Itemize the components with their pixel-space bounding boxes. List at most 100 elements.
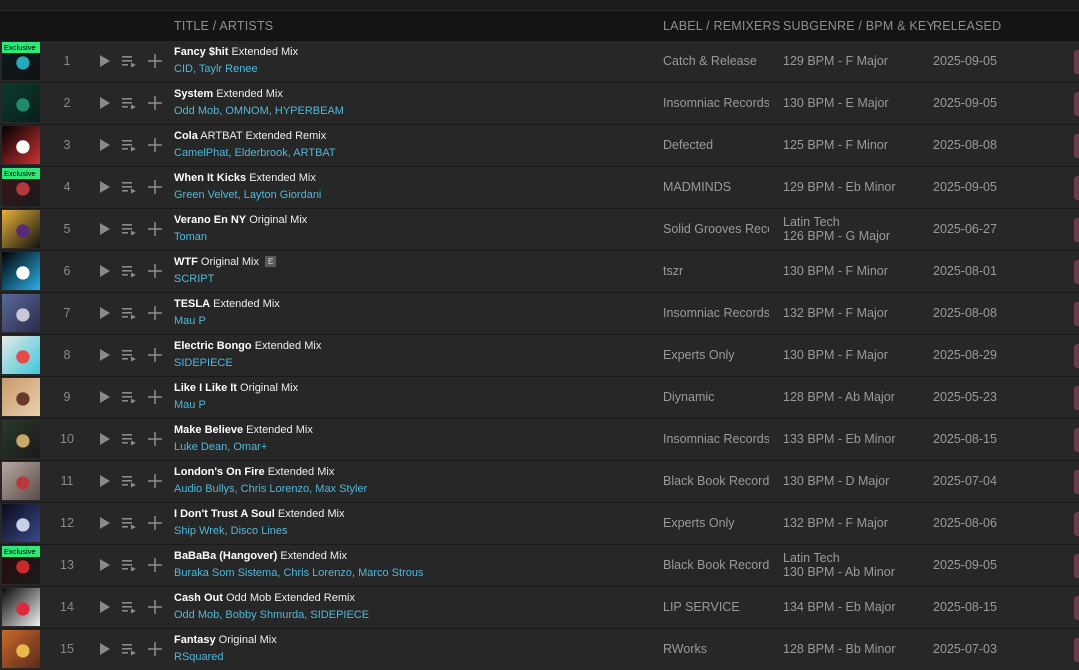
track-name[interactable]: Like I Like It — [174, 382, 237, 394]
release-artwork[interactable] — [2, 378, 40, 416]
play-icon[interactable] — [95, 178, 113, 196]
track-row[interactable]: Exclusive 4 When It Kicks Extended Mix Gree… — [0, 167, 1079, 209]
buy-button[interactable] — [1074, 176, 1079, 200]
add-to-queue-icon[interactable] — [120, 640, 138, 658]
track-name[interactable]: Electric Bongo — [174, 340, 252, 352]
artist-link[interactable]: Odd Mob — [174, 609, 219, 621]
add-to-queue-icon[interactable] — [120, 262, 138, 280]
artist-link[interactable]: Chris Lorenzo — [283, 567, 351, 579]
add-to-playlist-icon[interactable] — [146, 430, 164, 448]
add-to-playlist-icon[interactable] — [146, 220, 164, 238]
add-to-playlist-icon[interactable] — [146, 556, 164, 574]
buy-button[interactable] — [1074, 218, 1079, 242]
buy-button[interactable] — [1074, 428, 1079, 452]
play-icon[interactable] — [95, 640, 113, 658]
track-name[interactable]: System — [174, 88, 213, 100]
subgenre[interactable]: Latin Tech — [783, 551, 895, 565]
track-name[interactable]: Cola — [174, 130, 198, 142]
add-to-playlist-icon[interactable] — [146, 178, 164, 196]
track-title[interactable]: Fantasy Original Mix — [174, 634, 277, 646]
play-icon[interactable] — [95, 346, 113, 364]
artist-link[interactable]: SIDEPIECE — [174, 357, 233, 369]
track-title[interactable]: Cola ARTBAT Extended Remix — [174, 130, 326, 142]
buy-button[interactable] — [1074, 302, 1079, 326]
add-to-playlist-icon[interactable] — [146, 346, 164, 364]
column-header-genre[interactable]: SUBGENRE / BPM & KEY — [783, 19, 935, 33]
track-row[interactable]: Exclusive 1 Fancy $hit Extended Mix CID, Ta… — [0, 41, 1079, 83]
track-title[interactable]: Cash Out Odd Mob Extended Remix — [174, 592, 355, 604]
track-row[interactable]: 5 Verano En NY Original Mix Toman Solid Gro… — [0, 209, 1079, 251]
track-label[interactable]: Black Book Records — [663, 558, 769, 572]
add-to-queue-icon[interactable] — [120, 556, 138, 574]
release-artwork[interactable] — [2, 336, 40, 374]
buy-button[interactable] — [1074, 638, 1079, 662]
track-row[interactable]: 6 WTF Original Mix E SCRIPT tszr 130 BPM - F … — [0, 251, 1079, 293]
artist-link[interactable]: Green Velvet — [174, 189, 238, 201]
artist-link[interactable]: Audio Bullys — [174, 483, 235, 495]
release-artwork[interactable] — [2, 126, 40, 164]
track-row[interactable]: 7 TESLA Extended Mix Mau P Insomniac Record… — [0, 293, 1079, 335]
track-name[interactable]: Verano En NY — [174, 214, 246, 226]
buy-button[interactable] — [1074, 596, 1079, 620]
artist-link[interactable]: Omar+ — [233, 441, 267, 453]
track-label[interactable]: tszr — [663, 264, 769, 278]
artist-link[interactable]: ARTBAT — [293, 147, 335, 159]
track-name[interactable]: Fancy $hit — [174, 46, 228, 58]
column-header-released[interactable]: RELEASED — [933, 19, 1001, 33]
artist-link[interactable]: Toman — [174, 231, 207, 243]
play-icon[interactable] — [95, 430, 113, 448]
buy-button[interactable] — [1074, 134, 1079, 158]
track-row[interactable]: Exclusive 13 BaBaBa (Hangover) Extended Mi… — [0, 545, 1079, 587]
play-icon[interactable] — [95, 262, 113, 280]
release-artwork[interactable] — [2, 252, 40, 290]
track-title[interactable]: WTF Original Mix E — [174, 256, 277, 268]
track-label[interactable]: MADMINDS — [663, 180, 769, 194]
buy-button[interactable] — [1074, 92, 1079, 116]
track-name[interactable]: BaBaBa (Hangover) — [174, 550, 277, 562]
release-artwork[interactable] — [2, 84, 40, 122]
artist-link[interactable]: Max Styler — [315, 483, 367, 495]
track-name[interactable]: Cash Out — [174, 592, 223, 604]
track-label[interactable]: Solid Grooves Records — [663, 222, 769, 236]
add-to-playlist-icon[interactable] — [146, 94, 164, 112]
add-to-queue-icon[interactable] — [120, 514, 138, 532]
track-label[interactable]: RWorks — [663, 642, 769, 656]
add-to-queue-icon[interactable] — [120, 388, 138, 406]
track-name[interactable]: Fantasy — [174, 634, 216, 646]
track-row[interactable]: 9 Like I Like It Original Mix Mau P Diynami… — [0, 377, 1079, 419]
add-to-queue-icon[interactable] — [120, 304, 138, 322]
play-icon[interactable] — [95, 556, 113, 574]
add-to-queue-icon[interactable] — [120, 598, 138, 616]
add-to-playlist-icon[interactable] — [146, 52, 164, 70]
column-header-title[interactable]: TITLE / ARTISTS — [174, 19, 273, 33]
release-artwork[interactable] — [2, 630, 40, 668]
artist-link[interactable]: Mau P — [174, 399, 206, 411]
artist-link[interactable]: RSquared — [174, 651, 224, 663]
add-to-queue-icon[interactable] — [120, 52, 138, 70]
track-label[interactable]: Insomniac Records — [663, 306, 769, 320]
artist-link[interactable]: HYPERBEAM — [275, 105, 344, 117]
add-to-playlist-icon[interactable] — [146, 136, 164, 154]
artist-link[interactable]: Odd Mob — [174, 105, 219, 117]
track-name[interactable]: London's On Fire — [174, 466, 265, 478]
release-artwork[interactable] — [2, 294, 40, 332]
track-title[interactable]: System Extended Mix — [174, 88, 283, 100]
subgenre[interactable]: Latin Tech — [783, 215, 890, 229]
release-artwork[interactable]: Exclusive — [2, 546, 40, 584]
artist-link[interactable]: Elderbrook — [235, 147, 288, 159]
play-icon[interactable] — [95, 94, 113, 112]
play-icon[interactable] — [95, 472, 113, 490]
track-title[interactable]: When It Kicks Extended Mix — [174, 172, 316, 184]
track-title[interactable]: Like I Like It Original Mix — [174, 382, 298, 394]
track-title[interactable]: BaBaBa (Hangover) Extended Mix — [174, 550, 347, 562]
buy-button[interactable] — [1074, 386, 1079, 410]
artist-link[interactable]: CamelPhat — [174, 147, 228, 159]
add-to-queue-icon[interactable] — [120, 136, 138, 154]
play-icon[interactable] — [95, 220, 113, 238]
track-title[interactable]: Electric Bongo Extended Mix — [174, 340, 321, 352]
add-to-queue-icon[interactable] — [120, 94, 138, 112]
track-label[interactable]: LIP SERVICE — [663, 600, 769, 614]
track-row[interactable]: 2 System Extended Mix Odd Mob, OMNOM, HYPE… — [0, 83, 1079, 125]
play-icon[interactable] — [95, 388, 113, 406]
buy-button[interactable] — [1074, 344, 1079, 368]
